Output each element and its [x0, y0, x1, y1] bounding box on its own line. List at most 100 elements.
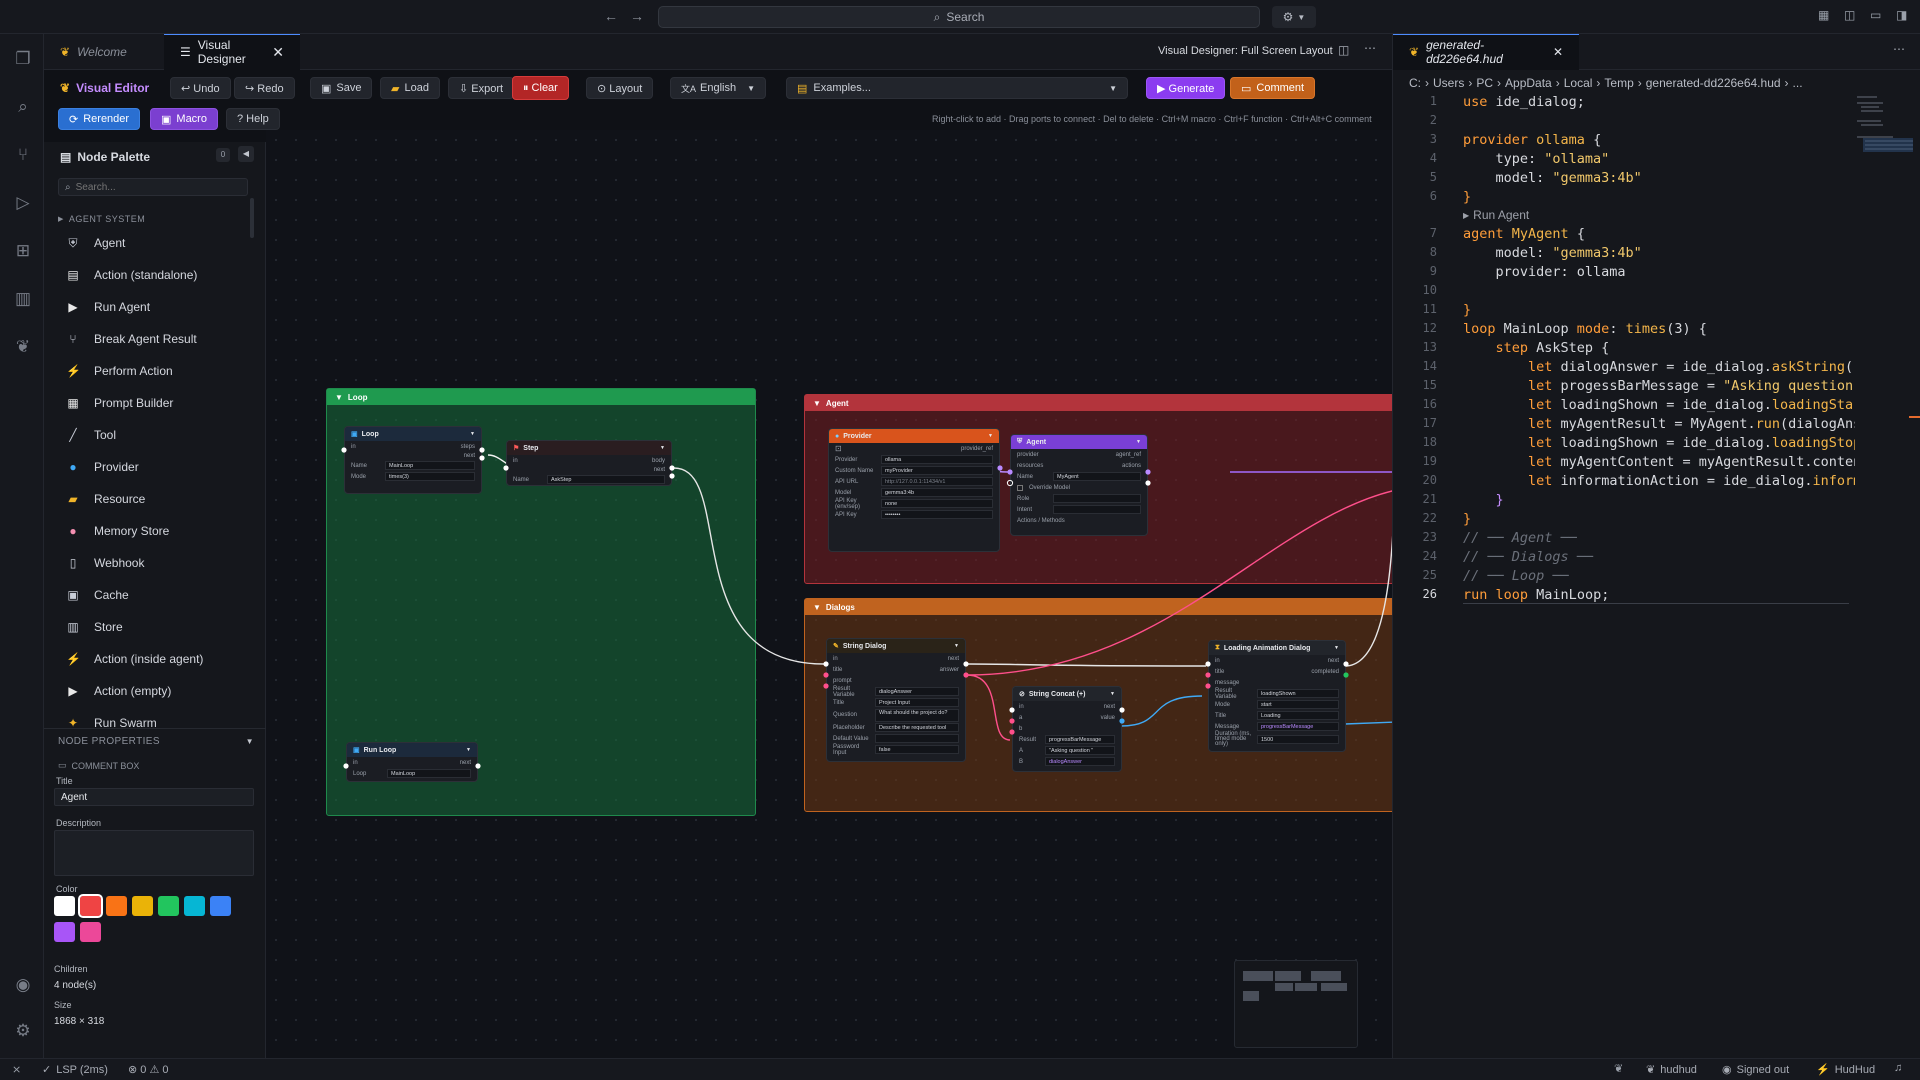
api-url-field[interactable]: http://127.0.0.1:11434/v1: [881, 477, 993, 486]
port-in[interactable]: in: [353, 760, 358, 766]
port-title[interactable]: title: [833, 667, 842, 673]
dialog-title-field[interactable]: Project Input: [875, 698, 959, 707]
help-button[interactable]: ? Help: [226, 108, 280, 130]
palette-item[interactable]: ▥ Store: [44, 611, 254, 643]
concat-result-field[interactable]: progressBarMessage: [1045, 735, 1115, 744]
port-actions[interactable]: actions: [1122, 463, 1141, 469]
remote-icon[interactable]: ⨯: [12, 1063, 21, 1076]
tab-welcome[interactable]: ❦ Welcome: [44, 34, 164, 70]
step-name-field[interactable]: AskStep: [547, 475, 665, 484]
node-step[interactable]: ⚑ Step ▼ in body next Name AskStep: [506, 440, 672, 486]
port-in[interactable]: in: [1019, 704, 1024, 710]
node-string-dialog[interactable]: ✎ String Dialog ▼ in next title answer promp…: [826, 638, 966, 762]
port-steps[interactable]: steps: [461, 444, 475, 450]
port-in[interactable]: in: [513, 458, 518, 464]
result-variable-field[interactable]: dialogAnswer: [875, 687, 959, 696]
macro-button[interactable]: ▣ Macro: [150, 108, 218, 130]
extensions-icon[interactable]: ⊞: [12, 240, 34, 262]
palette-item[interactable]: ⚡ Action (inside agent): [44, 643, 254, 675]
save-button[interactable]: ▣ Save: [310, 77, 373, 99]
port-provider[interactable]: provider: [1017, 452, 1039, 458]
port-provider-ref[interactable]: provider_ref: [961, 446, 993, 452]
run-debug-icon[interactable]: ▷: [12, 192, 34, 214]
palette-item[interactable]: ● Memory Store: [44, 515, 254, 547]
split-editor-icon[interactable]: ◫: [1338, 43, 1349, 57]
port-next[interactable]: next: [460, 760, 471, 766]
panel-toggle-icon[interactable]: ▭: [1870, 8, 1881, 22]
rerender-button[interactable]: ⟳ Rerender: [58, 108, 141, 130]
loading-message-field[interactable]: progressBarMessage: [1257, 722, 1339, 731]
palette-item[interactable]: ⛨ Agent: [44, 227, 254, 259]
chart-icon[interactable]: ▥: [12, 288, 34, 310]
port-next[interactable]: next: [948, 656, 959, 662]
port-in[interactable]: in: [1215, 658, 1220, 664]
node-loop[interactable]: ▣ Loop ▼ in steps next Name MainLoop Mode tim…: [344, 426, 482, 494]
default-value-field[interactable]: [875, 734, 959, 743]
concat-b-field[interactable]: dialogAnswer: [1045, 757, 1115, 766]
minimap[interactable]: [1234, 960, 1358, 1048]
color-swatch[interactable]: [54, 922, 75, 942]
palette-item[interactable]: ▶ Run Agent: [44, 291, 254, 323]
node-string-concat[interactable]: ⊘ String Concat (+) ▼ in next a value b Resu…: [1012, 686, 1122, 772]
palette-item[interactable]: ● Provider: [44, 451, 254, 483]
palette-item[interactable]: ⑂ Break Agent Result: [44, 323, 254, 355]
account-status[interactable]: ◉ Signed out: [1722, 1063, 1789, 1077]
palette-item[interactable]: ▯ Webhook: [44, 547, 254, 579]
agent-name-field[interactable]: MyAgent: [1053, 472, 1141, 481]
palette-search[interactable]: ⌕: [58, 178, 248, 196]
code-body[interactable]: use ide_dialog; provider ollama { type: …: [1463, 94, 1855, 654]
title-input[interactable]: Agent: [54, 788, 254, 806]
port-message[interactable]: message: [1215, 680, 1239, 686]
color-swatch[interactable]: [210, 896, 231, 916]
palette-item[interactable]: ▶ Action (empty): [44, 675, 254, 707]
breadcrumb-item[interactable]: Local: [1564, 76, 1593, 90]
close-icon[interactable]: ✕: [272, 44, 284, 61]
color-swatch[interactable]: [184, 896, 205, 916]
question-field[interactable]: What should the project do?: [875, 708, 959, 722]
breadcrumb-item[interactable]: C:: [1409, 76, 1421, 90]
port-agent-ref[interactable]: agent_ref: [1116, 452, 1141, 458]
breadcrumb-item[interactable]: PC: [1476, 76, 1493, 90]
hudhud-bird-icon[interactable]: ❦: [12, 336, 34, 358]
palette-item[interactable]: ▣ Cache: [44, 579, 254, 611]
palette-item[interactable]: ▤ Action (standalone): [44, 259, 254, 291]
palette-item[interactable]: ▰ Resource: [44, 483, 254, 515]
user-status[interactable]: ❦ hudhud: [1646, 1063, 1697, 1077]
hudhud-bird-icon[interactable]: ❦: [1614, 1062, 1623, 1075]
back-arrow-icon[interactable]: ←: [604, 8, 618, 24]
port-b[interactable]: b: [1019, 726, 1022, 732]
generate-button[interactable]: ▶ Generate: [1146, 77, 1226, 99]
password-select[interactable]: false: [875, 745, 959, 754]
forward-arrow-icon[interactable]: →: [630, 8, 644, 24]
secondary-sidebar-icon[interactable]: ◨: [1896, 8, 1907, 22]
palette-item[interactable]: ✦ Run Swarm: [44, 707, 254, 727]
port-prompt[interactable]: prompt: [833, 678, 852, 684]
sidebar-toggle-icon[interactable]: ◫: [1844, 8, 1855, 22]
load-button[interactable]: ▰ Load: [380, 77, 440, 99]
port-a[interactable]: a: [1019, 715, 1022, 721]
port-in[interactable]: in: [351, 444, 356, 450]
layout-button[interactable]: ⊙ Layout: [586, 77, 654, 99]
color-swatch[interactable]: [132, 896, 153, 916]
color-swatch[interactable]: [158, 896, 179, 916]
placeholder-field[interactable]: Describe the requested tool: [875, 723, 959, 732]
port-body[interactable]: body: [652, 458, 665, 464]
role-field[interactable]: [1053, 494, 1141, 503]
source-control-icon[interactable]: ⑂: [12, 144, 34, 166]
port-next[interactable]: next: [1104, 704, 1115, 710]
color-swatch[interactable]: [54, 896, 75, 916]
port-resources[interactable]: resources: [1017, 463, 1043, 469]
problems-count[interactable]: ⊗ 0 ⚠ 0: [128, 1063, 168, 1076]
collapse-palette-icon[interactable]: ◀: [238, 146, 254, 162]
language-select[interactable]: 文A English ▼: [670, 77, 766, 99]
settings-gear-icon[interactable]: ⚙: [12, 1020, 34, 1042]
port-next[interactable]: next: [464, 453, 475, 459]
duration-field[interactable]: 1500: [1257, 734, 1339, 744]
tab-visual-designer[interactable]: ☰ Visual Designer ✕: [164, 33, 300, 70]
loop-name-field[interactable]: MainLoop: [385, 461, 475, 470]
run-loop-field[interactable]: MainLoop: [387, 769, 471, 778]
node-agent[interactable]: ⛨ Agent ▼ provider agent_ref resources actio…: [1010, 434, 1148, 536]
breadcrumb-item[interactable]: generated-dd226e64.hud: [1646, 76, 1781, 90]
port-answer[interactable]: answer: [940, 667, 959, 673]
loading-mode-select[interactable]: start: [1257, 700, 1339, 709]
